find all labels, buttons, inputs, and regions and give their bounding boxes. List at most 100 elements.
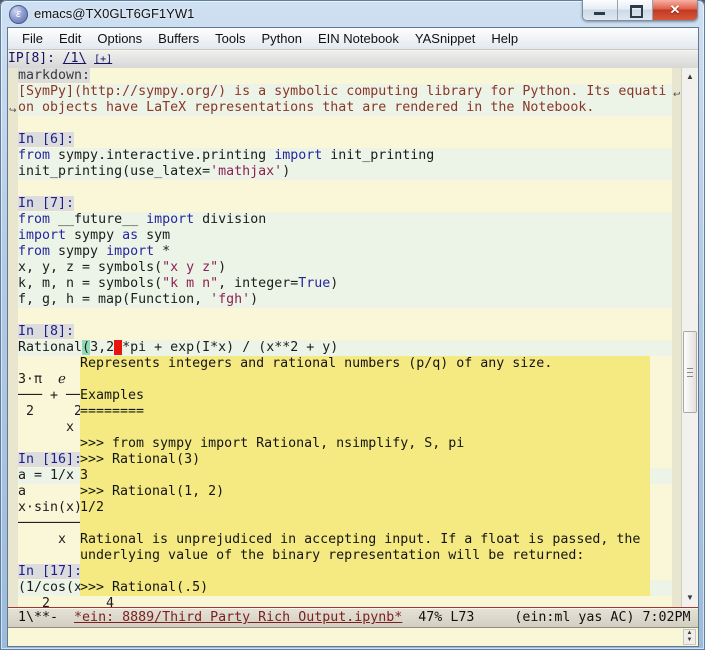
text-segment: ) — [218, 260, 226, 275]
menu-item-options[interactable]: Options — [89, 29, 150, 48]
scrollbar-down-arrow-icon[interactable]: ▼ — [684, 637, 695, 644]
text-segment: import — [18, 228, 66, 243]
text-area: ↪ markdown:[SymPy](http://sympy.org/) is… — [8, 68, 698, 607]
scrollbar-thumb[interactable] — [683, 331, 697, 413]
text-segment: sympy — [50, 244, 106, 259]
add-cell-link[interactable]: [+] — [94, 54, 112, 65]
minibuffer-scrollbar[interactable]: ▲ ▼ — [683, 629, 696, 645]
text-segment: , integer= — [218, 276, 298, 291]
tooltip-line: >>> Rational(.5) — [80, 580, 650, 596]
buffer-line — [18, 308, 672, 324]
tooltip-line — [80, 420, 650, 436]
text-segment: a = 1/x — [18, 468, 74, 483]
text-segment: * — [154, 244, 170, 259]
text-segment: True — [298, 276, 330, 291]
modeline-position: 47% L73 — [402, 610, 474, 625]
menu-item-file[interactable]: File — [14, 29, 51, 48]
cell-input-prompt: In [6]: — [18, 132, 74, 147]
scrollbar-up-arrow-icon[interactable]: ▲ — [682, 70, 698, 84]
modeline-clock: 7:02PM — [642, 610, 690, 625]
text-segment: init_printing — [322, 148, 434, 163]
text-segment: x, y, z = symbols( — [18, 260, 162, 275]
text-segment: __future__ — [50, 212, 146, 227]
tooltip-line: 1/2 — [80, 500, 650, 516]
right-fringe: ↩ — [672, 68, 681, 607]
menu-item-python[interactable]: Python — [253, 29, 309, 48]
maximize-icon — [630, 5, 643, 18]
maximize-button[interactable] — [618, 0, 653, 20]
emacs-window: ε emacs@TX0GLT6GF1YW1 ✕ FileEditOptionsB… — [0, 0, 705, 650]
wrap-indicator-icon: ↪ — [9, 106, 17, 115]
buffer-line: f, g, h = map(Function, 'fgh') — [18, 292, 672, 308]
buffer-line — [18, 180, 672, 196]
cursor: ) — [114, 340, 122, 355]
buffer-line: init_printing(use_latex='mathjax') — [18, 164, 672, 180]
text-segment: k, m, n = symbols( — [18, 276, 162, 291]
window-title: emacs@TX0GLT6GF1YW1 — [34, 6, 194, 21]
buffer-line: on objects have LaTeX representations th… — [18, 100, 672, 116]
buffer-line: In [7]: — [18, 196, 672, 212]
close-button[interactable]: ✕ — [653, 0, 697, 20]
menu-item-edit[interactable]: Edit — [51, 29, 89, 48]
cell-input-prompt: markdown: — [18, 68, 90, 83]
scrollbar-grip-icon — [687, 368, 693, 377]
buffer-line: markdown: — [18, 68, 672, 84]
tooltip-line: Examples — [80, 388, 650, 404]
text-segment: on objects have LaTeX representations th… — [18, 100, 594, 115]
title-bar[interactable]: ε emacs@TX0GLT6GF1YW1 ✕ — [0, 0, 705, 28]
buffer-line: In [8]: — [18, 324, 672, 340]
buffer-line: In [6]: — [18, 132, 672, 148]
text-segment: a — [18, 484, 26, 499]
notebook-pager-link[interactable]: /1\ — [63, 51, 86, 66]
text-segment: ──────── — [18, 516, 82, 531]
text-segment: 3⋅π ℯ — [18, 372, 66, 387]
text-segment: sympy.interactive.printing — [50, 148, 274, 163]
tooltip-line: >>> Rational(1, 2) — [80, 484, 650, 500]
buffer-line: [SymPy](http://sympy.org/) is a symbolic… — [18, 84, 672, 100]
text-segment: Rational — [18, 340, 82, 355]
text-segment: ─── + ── — [18, 388, 82, 403]
text-segment: 2 4 — [18, 596, 114, 607]
tooltip-line: ======== — [80, 404, 650, 420]
menu-item-help[interactable]: Help — [483, 29, 526, 48]
menu-item-tools[interactable]: Tools — [207, 29, 253, 48]
minimize-icon — [594, 12, 605, 15]
tooltip-line: Represents integers and rational numbers… — [80, 356, 650, 372]
cell-input-prompt: In [7]: — [18, 196, 74, 211]
buffer-line: import sympy as sym — [18, 228, 672, 244]
cell-input-prompt: In [16]: — [18, 452, 82, 467]
text-segment: sympy — [66, 228, 122, 243]
text-segment: x⋅sin(x) — [18, 500, 82, 515]
cell-input-prompt: In [17]: — [18, 564, 82, 579]
text-segment: ) — [330, 276, 338, 291]
scrollbar[interactable]: ▲ ▼ — [681, 68, 698, 607]
echo-area[interactable]: ▲ ▼ — [8, 628, 698, 646]
header-line: IP[8]: /1\ [+] — [8, 51, 698, 69]
text-segment: "x y z" — [162, 260, 218, 275]
tooltip-line: 3 — [80, 468, 650, 484]
text-segment: 3,2 — [90, 340, 114, 355]
text-segment: ) — [282, 164, 290, 179]
text-segment: from — [18, 148, 50, 163]
scrollbar-up-arrow-icon[interactable]: ▲ — [684, 630, 695, 637]
text-segment: as — [122, 228, 138, 243]
tooltip-line: underlying value of the binary represent… — [80, 548, 650, 564]
buffer-line: k, m, n = symbols("k m n", integer=True) — [18, 276, 672, 292]
tooltip-line — [80, 564, 650, 580]
text-segment: sym — [138, 228, 170, 243]
minimize-button[interactable] — [583, 0, 618, 20]
text-segment: "k m n" — [162, 276, 218, 291]
text-segment: x — [18, 532, 66, 547]
text-segment: init_printing(use_latex= — [18, 164, 210, 179]
text-segment: ) — [250, 292, 258, 307]
left-fringe: ↪ — [8, 68, 18, 607]
scrollbar-down-arrow-icon[interactable]: ▼ — [682, 591, 698, 605]
menu-item-ein-notebook[interactable]: EIN Notebook — [310, 29, 407, 48]
menu-item-yasnippet[interactable]: YASnippet — [407, 29, 483, 48]
buffer-line: from sympy import * — [18, 244, 672, 260]
text-segment: (1/cos(x — [18, 580, 82, 595]
text-segment: *pi + exp(I*x) / (x**2 + y) — [122, 340, 338, 355]
menu-bar: FileEditOptionsBuffersToolsPythonEIN Not… — [8, 28, 698, 50]
tooltip-line: >>> Rational(3) — [80, 452, 650, 468]
menu-item-buffers[interactable]: Buffers — [150, 29, 207, 48]
